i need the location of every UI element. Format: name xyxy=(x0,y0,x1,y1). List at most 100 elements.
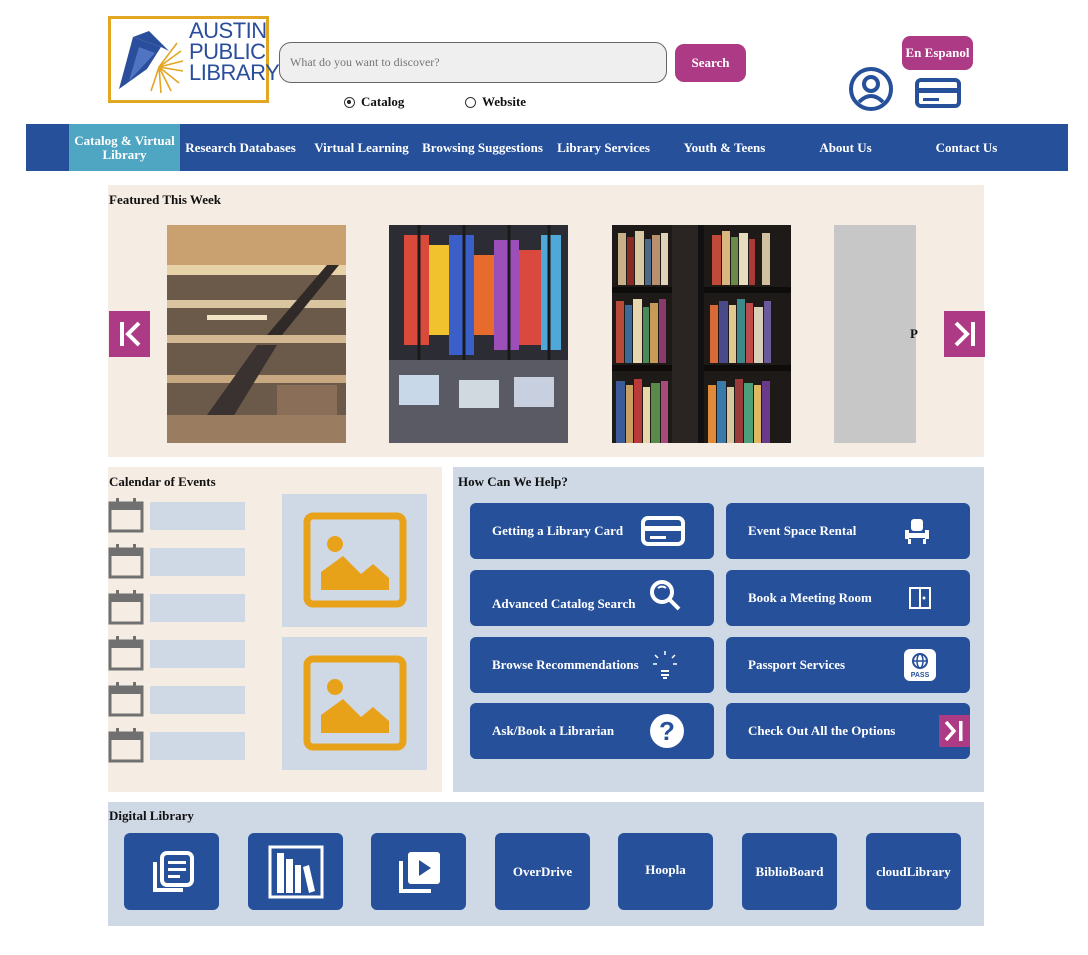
help-library-card-button[interactable]: Getting a Library Card xyxy=(470,503,714,559)
chair-icon xyxy=(905,519,929,544)
scope-catalog-label: Catalog xyxy=(361,94,405,109)
digital-biblioboard-tile[interactable]: BiblioBoard xyxy=(742,833,837,910)
help-recommendations-button[interactable]: Browse Recommendations xyxy=(470,637,714,693)
calendar-event-row[interactable] xyxy=(108,727,248,763)
event-placeholder-bar xyxy=(150,732,245,760)
magnify-icon xyxy=(650,579,681,611)
carousel-next-button[interactable] xyxy=(944,311,985,357)
image-placeholder-icon xyxy=(303,512,407,608)
help-ask-librarian-button[interactable]: Ask/Book a Librarian ? xyxy=(470,703,714,759)
digital-tile-label: cloudLibrary xyxy=(876,864,951,879)
library-logo[interactable]: AUSTIN PUBLIC LIBRARY xyxy=(108,16,280,103)
featured-partial-caption: P xyxy=(910,326,918,341)
nav-item-research-databases[interactable]: Research Databases xyxy=(180,124,301,171)
user-circle-icon[interactable] xyxy=(848,66,894,112)
logo-line-3: LIBRARY xyxy=(189,60,280,85)
scope-catalog-radio[interactable]: Catalog xyxy=(344,94,404,110)
calendar-of-events: Calendar of Events xyxy=(108,467,442,792)
scope-website-radio[interactable]: Website xyxy=(465,94,526,110)
featured-image-atrium[interactable] xyxy=(167,225,346,443)
help-button-label: Advanced Catalog Search xyxy=(492,595,636,611)
help-button-label: Ask/Book a Librarian xyxy=(492,723,615,738)
featured-image-bookshelf[interactable] xyxy=(612,225,791,443)
calendar-event-row[interactable] xyxy=(108,589,248,625)
nav-item-catalog[interactable]: Catalog & Virtual Library xyxy=(69,124,180,171)
digital-library: Digital Library OverDrive Hoopla BiblioB… xyxy=(108,802,984,926)
chevron-right-bar-icon xyxy=(939,715,970,747)
search-input[interactable] xyxy=(279,42,667,83)
help-passport-button[interactable]: Passport Services PASS xyxy=(726,637,970,693)
chevron-right-bar-icon xyxy=(954,321,975,347)
logo-line-2: PUBLIC xyxy=(189,39,266,64)
help-title: How Can We Help? xyxy=(458,474,568,489)
featured-image-placeholder[interactable] xyxy=(834,225,916,443)
library-card-icon xyxy=(641,516,685,546)
passport-icon-text: PASS xyxy=(911,672,930,679)
carousel-prev-button[interactable] xyxy=(109,311,150,357)
help-all-options-button[interactable]: Check Out All the Options xyxy=(726,703,970,759)
en-espanol-button[interactable]: En Espanol xyxy=(902,36,973,70)
event-placeholder-bar xyxy=(150,502,245,530)
digital-ebooks-tile[interactable] xyxy=(124,833,219,910)
calendar-icon xyxy=(108,590,144,625)
calendar-event-row[interactable] xyxy=(108,635,248,671)
calendar-icon xyxy=(108,498,144,533)
nav-item-browsing-suggestions[interactable]: Browsing Suggestions xyxy=(422,124,543,171)
nav-item-about-us[interactable]: About Us xyxy=(785,124,906,171)
help-meeting-room-button[interactable]: Book a Meeting Room xyxy=(726,570,970,626)
scope-website-label: Website xyxy=(482,94,527,109)
calendar-icon xyxy=(108,682,144,717)
event-placeholder-bar xyxy=(150,548,245,576)
help-advanced-search-button[interactable]: Advanced Catalog Search xyxy=(470,570,714,626)
bookshelf-photo xyxy=(612,225,791,443)
radio-selected-indicator xyxy=(344,96,355,108)
event-image-placeholder[interactable] xyxy=(282,637,427,770)
featured-title: Featured This Week xyxy=(109,192,221,207)
help-button-label: Check Out All the Options xyxy=(748,723,896,738)
digital-cloudlibrary-tile[interactable]: cloudLibrary xyxy=(866,833,961,910)
stained-glass-photo xyxy=(389,225,568,443)
help-button-label: Browse Recommendations xyxy=(492,657,639,672)
digital-bookshelf-tile[interactable] xyxy=(248,833,343,910)
logo-wordmark: AUSTIN PUBLIC LIBRARY xyxy=(189,20,280,85)
event-placeholder-bar xyxy=(150,686,245,714)
calendar-icon xyxy=(108,544,144,579)
how-can-we-help: How Can We Help? Getting a Library Card … xyxy=(453,467,984,792)
digital-overdrive-tile[interactable]: OverDrive xyxy=(495,833,590,910)
help-event-space-button[interactable]: Event Space Rental xyxy=(726,503,970,559)
featured-image-stained-glass[interactable] xyxy=(389,225,568,443)
calendar-event-row[interactable] xyxy=(108,543,248,579)
event-placeholder-bar xyxy=(150,640,245,668)
nav-item-contact-us[interactable]: Contact Us xyxy=(906,124,1027,171)
calendar-event-row[interactable] xyxy=(108,497,248,533)
nav-item-youth-teens[interactable]: Youth & Teens xyxy=(664,124,785,171)
calendar-icon xyxy=(108,728,144,763)
calendar-event-row[interactable] xyxy=(108,681,248,717)
event-image-placeholder[interactable] xyxy=(282,494,427,627)
digital-tile-label: OverDrive xyxy=(512,864,573,879)
nav-item-virtual-learning[interactable]: Virtual Learning xyxy=(301,124,422,171)
question-icon: ? xyxy=(650,714,684,748)
featured-carousel: Featured This Week P xyxy=(108,185,985,457)
bookshelf-icon xyxy=(268,845,323,898)
chevron-left-bar-icon xyxy=(119,321,140,347)
calendar-title: Calendar of Events xyxy=(109,474,216,489)
radio-indicator xyxy=(465,96,476,108)
lightbulb-icon xyxy=(653,651,677,679)
digital-tile-label: BiblioBoard xyxy=(755,864,824,879)
library-card-icon[interactable] xyxy=(915,78,961,108)
help-button-label: Event Space Rental xyxy=(748,523,857,538)
question-mark-glyph: ? xyxy=(659,716,675,746)
digital-hoopla-tile[interactable]: Hoopla xyxy=(618,833,713,910)
image-placeholder-icon xyxy=(303,655,407,751)
atrium-photo xyxy=(167,225,346,443)
digital-tile-label: Hoopla xyxy=(645,862,686,877)
nav-item-library-services[interactable]: Library Services xyxy=(543,124,664,171)
event-placeholder-bar xyxy=(150,594,245,622)
digital-video-tile[interactable] xyxy=(371,833,466,910)
video-library-icon xyxy=(398,851,440,893)
passport-icon: PASS xyxy=(904,649,936,681)
search-button[interactable]: Search xyxy=(675,44,746,82)
door-icon xyxy=(909,587,931,609)
help-button-label: Book a Meeting Room xyxy=(748,590,872,605)
